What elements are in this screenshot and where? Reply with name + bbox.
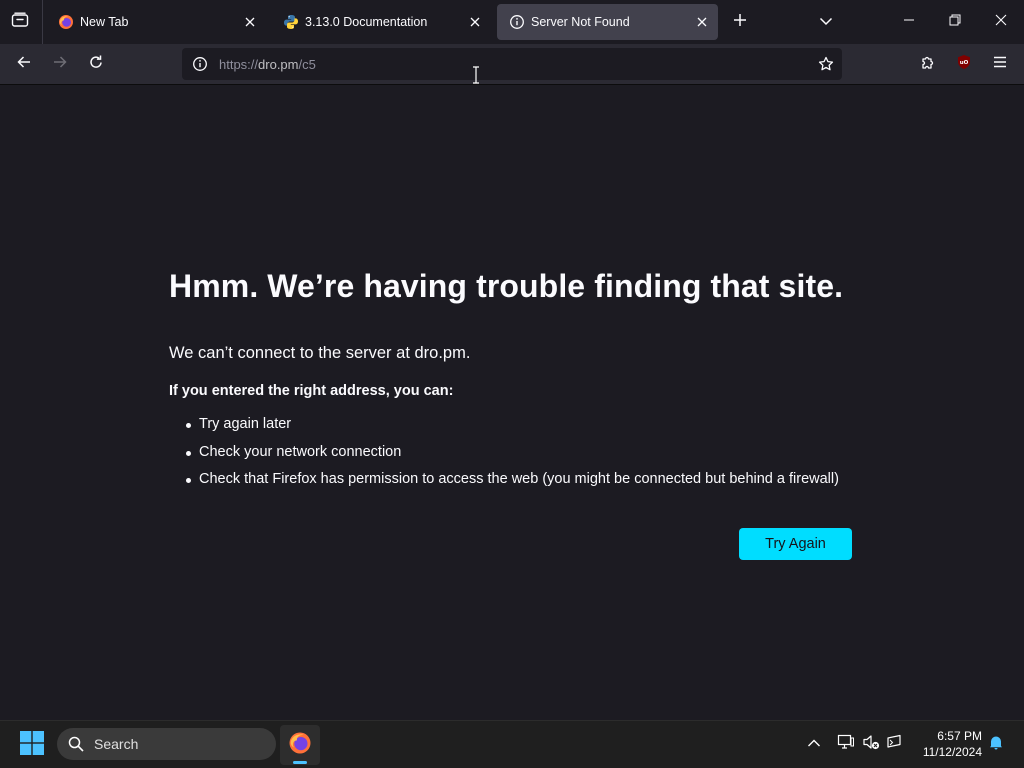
python-icon — [283, 14, 299, 30]
app-menu-button[interactable] — [984, 48, 1016, 80]
reload-button[interactable] — [80, 48, 112, 80]
clock-time: 6:57 PM — [937, 729, 982, 743]
battery-icon — [886, 733, 904, 756]
close-tab-icon[interactable] — [694, 14, 710, 30]
list-item: Try again later — [169, 416, 839, 444]
address-bar[interactable]: https://dro.pm/c5 — [182, 48, 842, 80]
chevron-up-icon — [807, 735, 821, 753]
error-description: We can’t connect to the server at dro.pm… — [169, 344, 471, 362]
tab-label: Server Not Found — [531, 15, 630, 29]
site-info-icon[interactable] — [190, 54, 210, 74]
windows-logo-icon — [20, 730, 44, 760]
tab-strip: New Tab 3.13.0 Documentation Server Not … — [0, 0, 1024, 44]
tab-new-tab[interactable]: New Tab — [46, 4, 266, 40]
chevron-down-icon — [819, 13, 833, 31]
tab-label: New Tab — [80, 15, 129, 29]
firefox-view-button[interactable] — [4, 6, 36, 38]
restore-button[interactable] — [939, 6, 971, 38]
url-path: /c5 — [298, 56, 316, 72]
bookmark-star-icon[interactable] — [816, 54, 836, 74]
suggestion-list: Try again later Check your network conne… — [169, 416, 839, 499]
info-icon — [509, 14, 525, 30]
error-page: Hmm. We’re having trouble finding that s… — [0, 85, 1024, 720]
back-button[interactable] — [8, 48, 40, 80]
search-icon — [67, 735, 85, 753]
url-text[interactable]: https://dro.pm/c5 — [219, 57, 316, 72]
firefox-view-icon — [11, 12, 29, 33]
network-tray-button[interactable] — [836, 734, 856, 754]
reload-icon — [88, 54, 104, 75]
volume-muted-icon — [862, 733, 880, 756]
taskbar-search[interactable]: Search — [57, 728, 276, 760]
firefox-icon — [288, 731, 312, 760]
new-tab-button[interactable] — [724, 6, 756, 38]
minimize-icon — [903, 13, 915, 31]
close-icon — [995, 13, 1007, 31]
restore-icon — [949, 13, 961, 31]
list-item: Check that Firefox has permission to acc… — [169, 471, 839, 499]
url-scheme: https:// — [219, 56, 259, 72]
firefox-icon — [58, 14, 74, 30]
search-label: Search — [94, 736, 139, 752]
tab-documentation[interactable]: 3.13.0 Documentation — [271, 4, 491, 40]
volume-tray-button[interactable] — [861, 734, 881, 754]
list-item: Check your network connection — [169, 444, 839, 472]
error-hint: If you entered the right address, you ca… — [169, 383, 454, 399]
back-arrow-icon — [16, 54, 32, 75]
taskbar: Search 6:57 PM 11/12/2024 — [0, 720, 1024, 768]
ublock-origin-icon: uO — [956, 54, 972, 75]
hamburger-menu-icon — [992, 54, 1008, 75]
error-title: Hmm. We’re having trouble finding that s… — [169, 268, 844, 304]
clock-date: 11/12/2024 — [922, 745, 982, 759]
taskbar-firefox-button[interactable] — [280, 725, 320, 765]
plus-icon — [733, 13, 747, 32]
start-button[interactable] — [14, 730, 50, 760]
battery-tray-button[interactable] — [885, 734, 905, 754]
tab-label: 3.13.0 Documentation — [305, 15, 428, 29]
tab-divider — [42, 0, 43, 44]
text-cursor-icon — [473, 66, 479, 84]
puzzle-piece-icon — [920, 54, 936, 75]
url-host: dro.pm — [258, 56, 299, 72]
running-indicator — [293, 761, 307, 764]
extensions-button[interactable] — [912, 48, 944, 80]
close-tab-icon[interactable] — [242, 14, 258, 30]
show-hidden-icons-button[interactable] — [804, 734, 824, 754]
taskbar-clock[interactable]: 6:57 PM 11/12/2024 — [914, 728, 982, 760]
list-all-tabs-button[interactable] — [810, 6, 842, 38]
forward-button[interactable] — [44, 48, 76, 80]
close-window-button[interactable] — [985, 6, 1017, 38]
network-icon — [837, 733, 855, 756]
navigation-toolbar: https://dro.pm/c5 uO — [0, 44, 1024, 85]
try-again-button[interactable]: Try Again — [739, 528, 852, 560]
ublock-origin-button[interactable]: uO — [948, 48, 980, 80]
close-tab-icon[interactable] — [467, 14, 483, 30]
tab-server-not-found[interactable]: Server Not Found — [497, 4, 718, 40]
bell-icon — [988, 734, 1004, 755]
minimize-button[interactable] — [893, 6, 925, 38]
svg-text:uO: uO — [960, 60, 969, 66]
forward-arrow-icon — [52, 54, 68, 75]
notifications-button[interactable] — [986, 734, 1006, 754]
